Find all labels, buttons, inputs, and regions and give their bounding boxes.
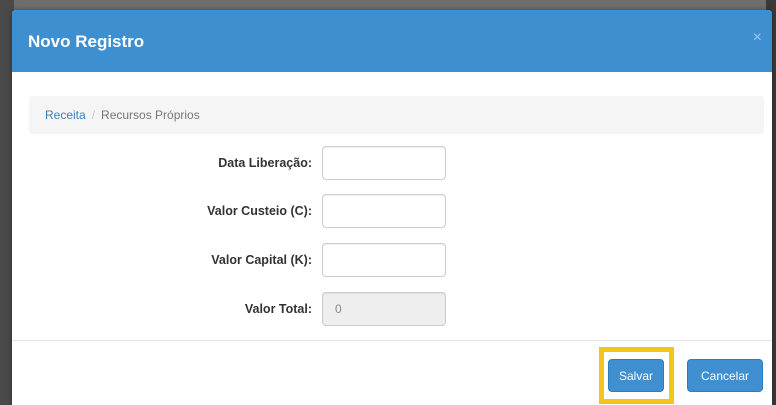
valor-custeio-label: Valor Custeio (C): — [207, 204, 312, 218]
form-row-data-liberacao: Data Liberação: — [12, 146, 772, 182]
data-liberacao-input[interactable] — [322, 146, 446, 180]
save-button[interactable]: Salvar — [608, 359, 664, 392]
new-record-modal: Novo Registro × Receita / Recursos Próprio… — [12, 10, 772, 405]
breadcrumb: Receita / Recursos Próprios — [29, 96, 764, 134]
close-icon[interactable]: × — [753, 30, 762, 46]
form-row-valor-total: Valor Total: — [12, 292, 772, 328]
valor-capital-label: Valor Capital (K): — [211, 253, 312, 267]
form-row-valor-capital: Valor Capital (K): — [12, 243, 772, 279]
valor-custeio-input[interactable] — [322, 194, 446, 228]
form-row-valor-custeio: Valor Custeio (C): — [12, 194, 772, 230]
breadcrumb-item-recursos-proprios: Recursos Próprios — [101, 108, 200, 122]
breadcrumb-item-receita[interactable]: Receita — [45, 108, 86, 122]
modal-title: Novo Registro — [28, 32, 145, 51]
valor-total-input — [322, 292, 446, 326]
footer-divider — [12, 340, 772, 341]
valor-capital-input[interactable] — [322, 243, 446, 277]
cancel-button[interactable]: Cancelar — [687, 359, 763, 392]
modal-header: Novo Registro × — [12, 10, 772, 72]
breadcrumb-separator: / — [91, 108, 96, 122]
valor-total-label: Valor Total: — [244, 302, 312, 316]
data-liberacao-label: Data Liberação: — [218, 156, 312, 170]
